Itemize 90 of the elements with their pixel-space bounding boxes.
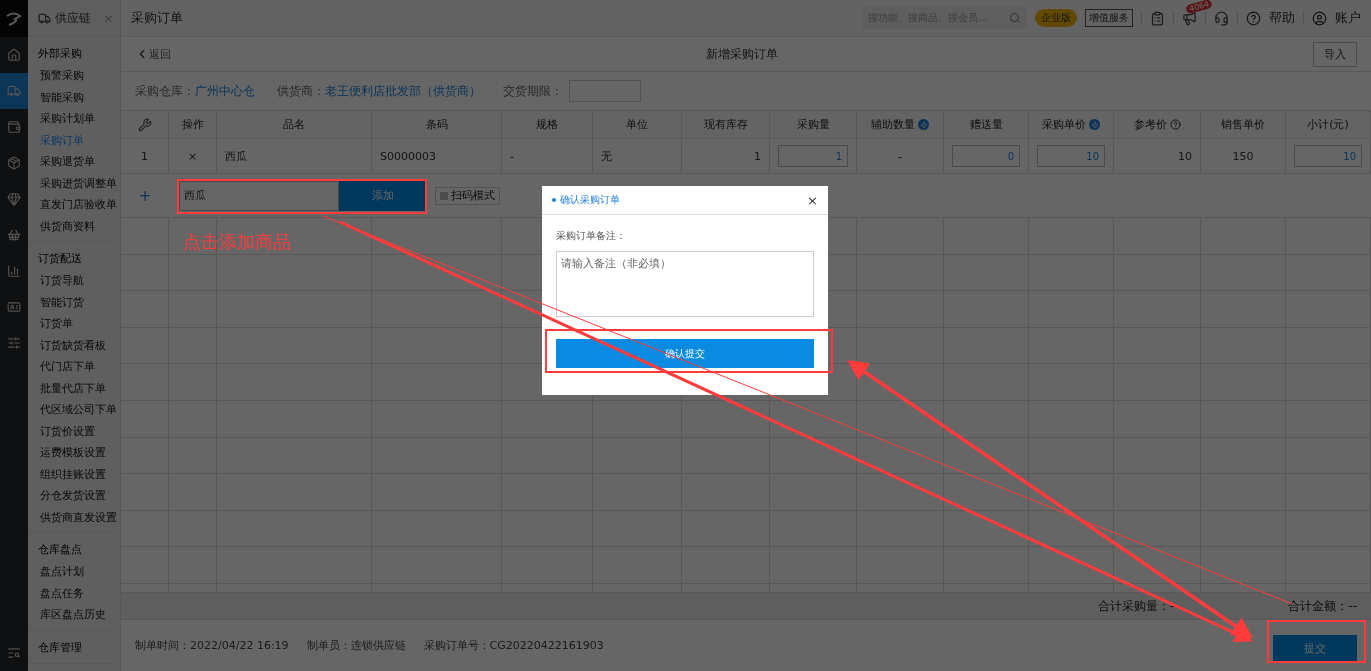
dialog-title: 确认采购订单 [560, 193, 620, 207]
sidebar-item[interactable]: 运费模板设置 [38, 442, 114, 464]
edition-badge: 企业版 [1035, 9, 1077, 27]
section-title: 外部采购 [38, 46, 83, 62]
note-label: 采购订单备注： [556, 229, 627, 243]
total-amount: 合计金额：-- [1288, 597, 1357, 615]
help-icon[interactable] [1246, 10, 1261, 26]
column-header: 小计(元) [1307, 117, 1349, 132]
sidebar-item[interactable]: 订货单 [38, 313, 114, 335]
sidebar-item[interactable]: 预警采购 [38, 65, 114, 87]
notification-badge: 4064 [1185, 0, 1214, 14]
sidebar-item[interactable]: 分仓发货设置 [38, 485, 114, 507]
section-title: 仓库盘点 [38, 542, 83, 558]
table-cell: - [898, 149, 902, 163]
add-row-icon[interactable]: + [121, 186, 169, 205]
sidebar-item[interactable]: 盘点任务 [38, 582, 114, 604]
tools-icon[interactable] [137, 117, 152, 132]
close-icon[interactable]: × [807, 192, 818, 208]
column-header: 赠送量 [969, 117, 1003, 132]
supplier-value: 老王便利店批发部（供货商） [325, 82, 481, 100]
note-field[interactable]: 请输入备注（非必填） [556, 251, 814, 317]
help-icon [1169, 119, 1181, 130]
table-cell: 西瓜 [225, 148, 247, 164]
table-cell: 1 [754, 149, 761, 163]
cell-input-field[interactable]: 10 [1037, 145, 1105, 167]
table-cell: S0000003 [380, 149, 436, 163]
column-header: 单位 [626, 117, 648, 132]
table-cell: - [510, 149, 514, 163]
sidebar-item[interactable]: 订货缺货看板 [38, 334, 114, 356]
cell-input-field[interactable]: 0 [952, 145, 1020, 167]
search-icon[interactable] [1009, 12, 1021, 24]
section-title: 仓库管理 [38, 639, 83, 656]
creator: 制单员：连锁供应链 [306, 638, 406, 653]
headset-icon[interactable] [1214, 10, 1229, 26]
warehouse-value: 广州中心仓 [195, 82, 255, 100]
lightning-icon [918, 119, 929, 130]
column-header: 采购量 [796, 117, 830, 132]
sidebar-item[interactable]: 组织挂账设置 [38, 463, 114, 485]
sidebar-item[interactable]: 订货导航 [38, 270, 114, 292]
account-link[interactable]: 账户 [1335, 9, 1361, 27]
order-number: 采购订单号：CG20220422161903 [423, 638, 604, 653]
sidebar-item[interactable]: 采购计划单 [38, 108, 114, 130]
import-button[interactable]: 导入 [1313, 41, 1357, 67]
column-header: 条码 [425, 117, 448, 132]
delete-icon[interactable]: × [187, 149, 198, 163]
sidebar-title: 供应链 [55, 9, 91, 27]
scan-mode-toggle[interactable]: 扫码模式 [435, 186, 500, 205]
column-header: 采购单价 [1042, 117, 1086, 132]
sidebar-item[interactable]: 订货价设置 [38, 420, 114, 442]
table-cell: 10 [1178, 149, 1192, 163]
sidebar-item[interactable]: 采购订单 [38, 129, 114, 151]
sidebar-item[interactable]: 代门店下单 [38, 356, 114, 378]
section-title: 订货配送 [38, 251, 83, 267]
sidebar-item[interactable]: 库区盘点历史 [38, 604, 114, 626]
column-header: 操作 [181, 117, 204, 132]
form-title: 新增采购订单 [705, 45, 779, 63]
page-title: 采购订单 [131, 9, 183, 27]
megaphone-icon[interactable] [1182, 10, 1197, 26]
submit-button[interactable]: 提交 [1273, 635, 1357, 662]
truck-icon[interactable] [0, 73, 28, 109]
sidebar-item[interactable]: 供货商资料 [38, 215, 114, 237]
help-link[interactable]: 帮助 [1269, 9, 1295, 27]
column-header: 现有库存 [703, 117, 748, 132]
sidebar-item[interactable]: 智能采购 [38, 86, 114, 108]
truck-icon [38, 11, 51, 25]
back-link[interactable]: 返回 [149, 46, 171, 62]
annotation-caption: 点击添加商品 [183, 230, 291, 254]
product-input-field[interactable]: 西瓜 [179, 180, 339, 211]
cell-input-field[interactable]: 1 [778, 145, 848, 167]
sidebar-item[interactable]: 盘点计划 [38, 561, 114, 583]
value-added-link[interactable]: 增值服务 [1085, 9, 1133, 27]
account-icon[interactable] [1312, 10, 1327, 26]
column-header: 销售单价 [1221, 117, 1265, 132]
clipboard-icon[interactable] [1150, 10, 1165, 26]
close-icon[interactable]: × [103, 10, 114, 26]
add-button[interactable]: 添加 [339, 180, 427, 211]
column-header: 参考价 [1133, 117, 1167, 132]
column-header: 规格 [536, 117, 558, 132]
sidebar-item[interactable]: 批量代店下单 [38, 377, 114, 399]
created-time: 制单时间：2022/04/22 16:19 [135, 638, 289, 653]
table-cell: 1 [141, 149, 148, 163]
table-cell: 无 [601, 148, 612, 164]
column-header: 辅助数量 [871, 117, 915, 132]
column-header: 品名 [283, 117, 305, 132]
cell-input-field[interactable]: 10 [1294, 145, 1362, 167]
lightning-icon [1089, 119, 1100, 130]
dot-icon [552, 198, 556, 202]
table-cell: 150 [1232, 149, 1254, 163]
sidebar-item[interactable]: 采购退货单 [38, 151, 114, 173]
sidebar-item[interactable]: 智能订货 [38, 291, 114, 313]
